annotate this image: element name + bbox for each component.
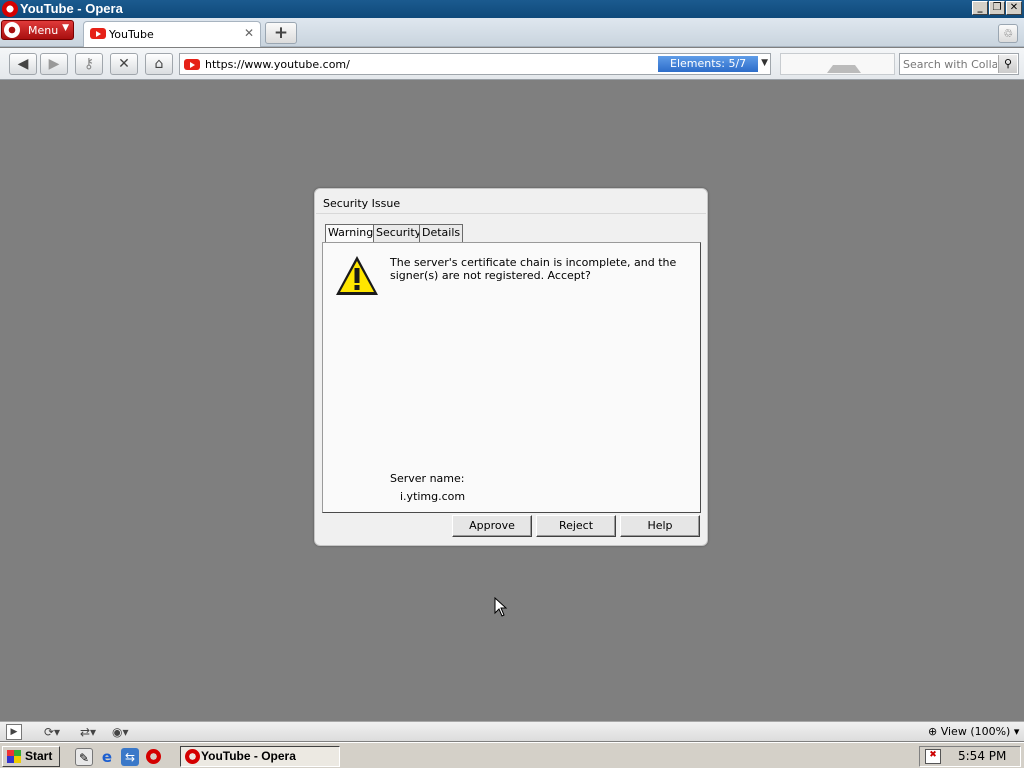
globe-icon[interactable]: ◉▾ [112, 724, 129, 740]
opera-logo-icon [2, 1, 18, 17]
opera-logo-icon [4, 22, 20, 38]
address-bar[interactable]: https://www.youtube.com/ Elements: 5/7 ▼ [179, 53, 771, 75]
close-window-button[interactable]: ✕ [1006, 1, 1022, 15]
address-url[interactable]: https://www.youtube.com/ [205, 58, 350, 71]
windows-taskbar: Start ✎ e ⇆ YouTube - Opera ✖ 5:54 PM [0, 742, 1024, 768]
forward-button[interactable]: ▶ [40, 53, 68, 75]
zoom-view-control[interactable]: ⊕ View (100%) ▾ [928, 725, 1019, 738]
chevron-down-icon[interactable]: ▼ [761, 58, 768, 68]
tab-details[interactable]: Details [419, 224, 464, 242]
warning-panel: The server's certificate chain is incomp… [322, 242, 701, 513]
network-icon[interactable]: ⇆ [121, 748, 139, 766]
help-button[interactable]: Help [620, 515, 700, 537]
opera-quicklaunch-icon[interactable] [144, 748, 162, 766]
taskbar-item-opera[interactable]: YouTube - Opera [180, 746, 340, 767]
search-box[interactable]: Search with Collab ⚲ [899, 53, 1019, 75]
internet-explorer-icon[interactable]: e [98, 748, 116, 766]
new-tab-button[interactable]: + [265, 22, 297, 44]
opera-logo-icon [185, 749, 200, 764]
status-bar: ▶ ⟳▾ ⇄▾ ◉▾ ⊕ View (100%) ▾ [0, 721, 1024, 741]
clock: 5:54 PM [958, 749, 1007, 763]
key-icon: ⚷ [83, 56, 95, 72]
chevron-down-icon: ▾ [1013, 725, 1020, 738]
youtube-favicon-icon [184, 59, 200, 70]
zoom-icon: ⊕ [928, 725, 938, 738]
tab-strip: Menu ▼ YouTube ✕ + ♲ [0, 18, 1024, 47]
opera-menu-button[interactable]: Menu ▼ [1, 20, 74, 40]
tab-youtube[interactable]: YouTube ✕ [83, 21, 261, 47]
close-icon: ✕ [118, 56, 130, 72]
reject-button[interactable]: Reject [536, 515, 616, 537]
window-title-bar: YouTube - Opera _ ❐ ✕ [0, 0, 1024, 18]
dialog-title: Security Issue [323, 197, 401, 210]
security-issue-dialog: Security Issue Warning Security Details … [314, 188, 708, 546]
tab-security[interactable]: Security [373, 224, 425, 242]
warning-message: The server's certificate chain is incomp… [390, 256, 677, 282]
approve-button[interactable]: Approve [452, 515, 532, 537]
close-tab-icon[interactable]: ✕ [244, 26, 254, 40]
search-input[interactable]: Search with Collab [903, 58, 997, 71]
security-alert-icon[interactable]: ✖ [925, 749, 941, 764]
zoom-level: View (100%) [940, 725, 1011, 738]
widget-shape-icon [827, 65, 861, 73]
tab-label: YouTube [109, 28, 154, 41]
restore-button[interactable]: ❐ [989, 1, 1005, 15]
chevron-down-icon: ▼ [62, 23, 69, 33]
menu-label: Menu [28, 24, 59, 37]
stop-button[interactable]: ✕ [110, 53, 138, 75]
windows-flag-icon [7, 750, 21, 763]
arrow-left-icon: ◀ [17, 56, 29, 72]
server-name-value: i.ytimg.com [400, 490, 466, 503]
minimize-button[interactable]: _ [972, 1, 988, 15]
start-button[interactable]: Start [2, 746, 60, 767]
key-button[interactable]: ⚷ [75, 53, 103, 75]
dialog-divider [316, 213, 706, 214]
home-button[interactable]: ⌂ [145, 53, 173, 75]
arrow-right-icon: ▶ [48, 56, 60, 72]
tab-warning[interactable]: Warning [325, 224, 377, 243]
panel-toggle-icon[interactable]: ▶ [6, 724, 22, 740]
home-icon: ⌂ [154, 56, 164, 72]
mouse-cursor-icon [494, 597, 508, 617]
magnifier-icon[interactable]: ⚲ [998, 55, 1017, 73]
system-tray: ✖ 5:54 PM [919, 746, 1021, 767]
elements-counter-badge[interactable]: Elements: 5/7 [658, 56, 758, 72]
server-name-label: Server name: [390, 472, 465, 485]
trash-icon[interactable]: ♲ [998, 24, 1018, 43]
navigation-toolbar: ◀ ▶ ⚷ ✕ ⌂ https://www.youtube.com/ Eleme… [0, 48, 1024, 80]
speed-dial-widget[interactable] [780, 53, 895, 75]
sync-icon[interactable]: ⟳▾ [44, 724, 60, 740]
back-button[interactable]: ◀ [9, 53, 37, 75]
share-icon[interactable]: ⇄▾ [80, 724, 96, 740]
desktop-shortcut-icon[interactable]: ✎ [75, 748, 93, 766]
taskbar-item-label: YouTube - Opera [201, 749, 296, 763]
window-title: YouTube - Opera [20, 1, 123, 16]
youtube-favicon-icon [90, 28, 106, 39]
warning-triangle-icon [336, 256, 378, 295]
start-label: Start [25, 749, 53, 763]
